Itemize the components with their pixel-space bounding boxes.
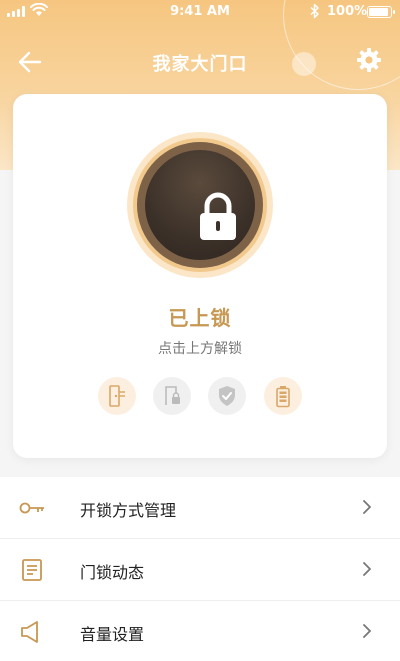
settings-menu: 开锁方式管理 门锁动态 音量设置 bbox=[0, 477, 400, 661]
menu-item-unlock-methods[interactable]: 开锁方式管理 bbox=[0, 477, 400, 539]
shield-check-icon bbox=[208, 377, 246, 415]
back-arrow-icon[interactable] bbox=[16, 48, 44, 76]
menu-item-volume[interactable]: 音量设置 bbox=[0, 601, 400, 661]
gear-icon[interactable] bbox=[355, 46, 383, 74]
menu-item-label: 音量设置 bbox=[80, 625, 145, 644]
battery-percent: 100% bbox=[327, 4, 368, 19]
lock-status: 已上锁 bbox=[168, 306, 232, 330]
padlock-icon bbox=[200, 192, 236, 240]
menu-item-label: 门锁动态 bbox=[80, 563, 145, 582]
battery-indicator bbox=[367, 6, 395, 18]
log-icon bbox=[22, 559, 42, 581]
chevron-right-icon bbox=[363, 562, 371, 576]
lock-card: 已上锁 点击上方解锁 bbox=[13, 94, 387, 458]
chevron-right-icon bbox=[363, 500, 371, 514]
unlock-button[interactable] bbox=[127, 132, 273, 278]
page-title: 我家大门口 bbox=[152, 54, 248, 75]
speaker-icon bbox=[21, 621, 38, 643]
status-bar: 9:41 AM 100% bbox=[0, 0, 400, 24]
unlock-hint: 点击上方解锁 bbox=[158, 341, 242, 357]
bluetooth-icon bbox=[310, 3, 319, 19]
device-status-row bbox=[98, 377, 302, 415]
battery-icon bbox=[264, 377, 302, 415]
key-icon bbox=[19, 502, 44, 514]
door-sensor-icon bbox=[98, 377, 136, 415]
menu-item-lock-log[interactable]: 门锁动态 bbox=[0, 539, 400, 601]
door-lock-icon bbox=[153, 377, 191, 415]
chevron-right-icon bbox=[363, 624, 371, 638]
nav-bar: 我家大门口 bbox=[0, 40, 400, 82]
menu-item-label: 开锁方式管理 bbox=[80, 501, 177, 520]
